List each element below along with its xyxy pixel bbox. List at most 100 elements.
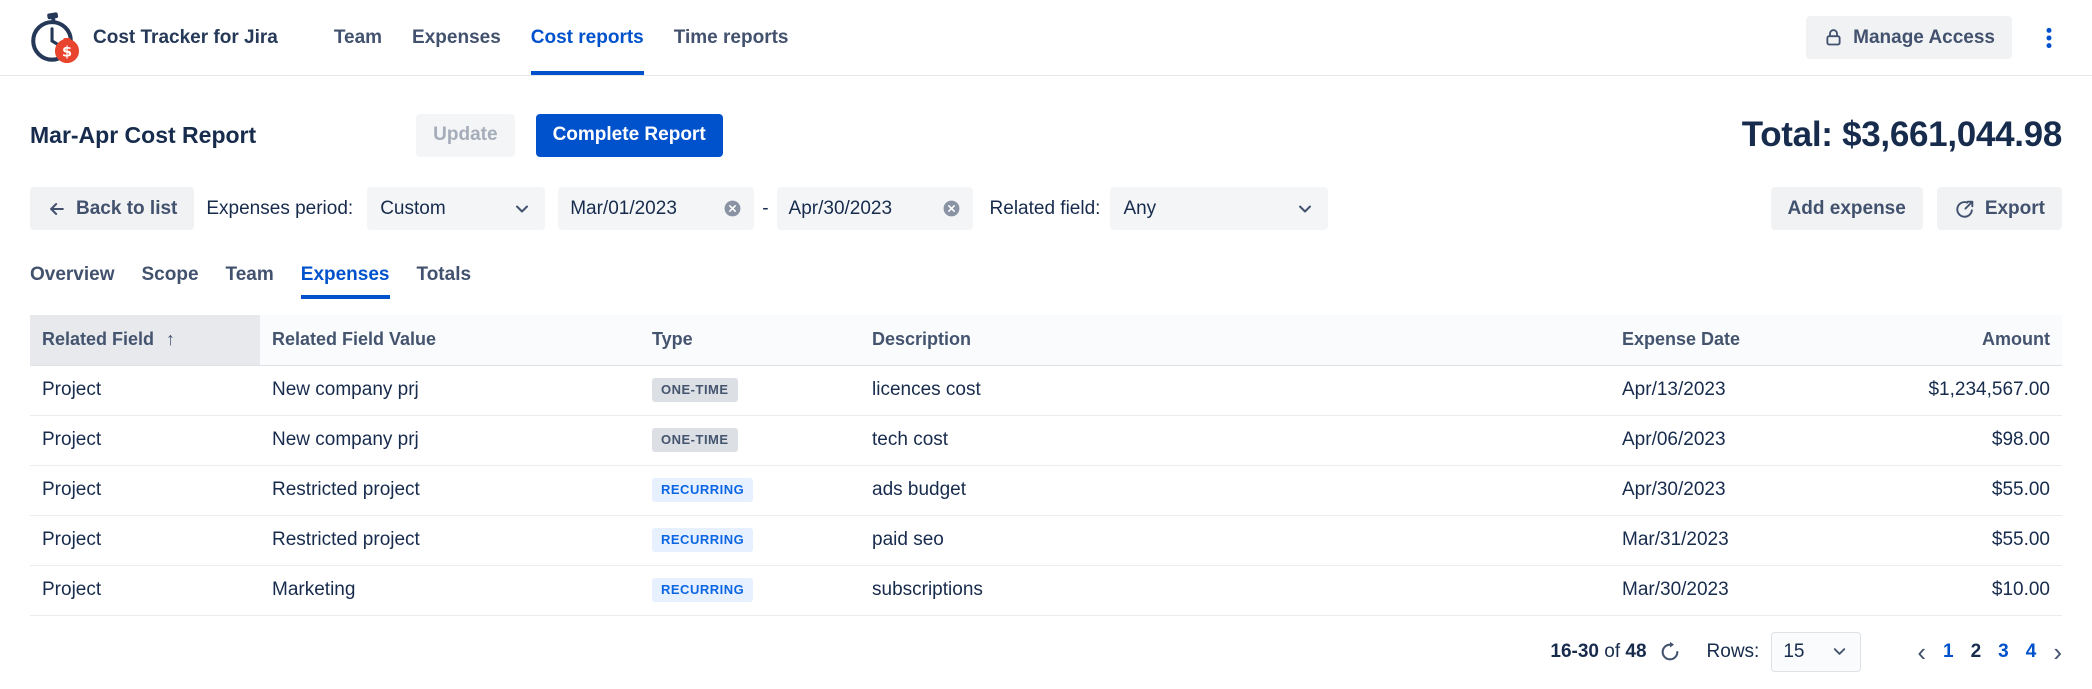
cell-related-field: Project bbox=[30, 415, 260, 465]
related-field-select[interactable]: Any bbox=[1110, 187, 1328, 230]
period-select-value: Custom bbox=[380, 198, 445, 220]
table-row[interactable]: Project New company prj ONE-TIME tech co… bbox=[30, 415, 2062, 465]
page-2-current: 2 bbox=[1971, 641, 1982, 663]
col-related-field-value[interactable]: Related Field Value bbox=[260, 315, 640, 365]
col-expense-date[interactable]: Expense Date bbox=[1610, 315, 1860, 365]
cell-related-field: Project bbox=[30, 365, 260, 415]
report-tabs: Overview Scope Team Expenses Totals bbox=[0, 264, 2092, 299]
app-title: Cost Tracker for Jira bbox=[93, 27, 278, 49]
chevron-down-icon bbox=[512, 199, 532, 219]
cell-amount: $55.00 bbox=[1860, 515, 2062, 565]
rows-per-page-label: Rows: bbox=[1707, 641, 1760, 663]
manage-access-label: Manage Access bbox=[1853, 27, 1995, 49]
cell-expense-date: Apr/13/2023 bbox=[1610, 365, 1860, 415]
range-info: 16-30 of 48 bbox=[1550, 641, 1646, 663]
arrow-left-icon bbox=[47, 199, 67, 219]
table-footer: 16-30 of 48 Rows: 15 ‹ 1 2 3 4 › bbox=[0, 628, 2092, 676]
tab-expenses[interactable]: Expenses bbox=[301, 264, 390, 299]
cell-type: RECURRING bbox=[640, 515, 860, 565]
table-row[interactable]: Project Restricted project RECURRING pai… bbox=[30, 515, 2062, 565]
date-from-value: Mar/01/2023 bbox=[570, 198, 677, 220]
complete-report-button[interactable]: Complete Report bbox=[536, 114, 723, 157]
top-nav: Team Expenses Cost reports Time reports bbox=[334, 0, 789, 75]
table-row[interactable]: Project Marketing RECURRING subscription… bbox=[30, 565, 2062, 615]
add-expense-button[interactable]: Add expense bbox=[1771, 187, 1923, 230]
cell-amount: $98.00 bbox=[1860, 415, 2062, 465]
period-select[interactable]: Custom bbox=[367, 187, 545, 230]
cell-expense-date: Mar/31/2023 bbox=[1610, 515, 1860, 565]
cell-related-field: Project bbox=[30, 565, 260, 615]
lock-icon bbox=[1823, 27, 1844, 48]
cell-related-field-value: Marketing bbox=[260, 565, 640, 615]
page-4-link[interactable]: 4 bbox=[2026, 641, 2037, 663]
range-value: 16-30 bbox=[1550, 641, 1599, 662]
date-to-field[interactable]: Apr/30/2023 bbox=[777, 187, 973, 230]
expenses-period-label: Expenses period: bbox=[206, 198, 353, 220]
refresh-icon[interactable] bbox=[1659, 641, 1681, 663]
nav-cost-reports[interactable]: Cost reports bbox=[531, 0, 644, 75]
range-total: 48 bbox=[1625, 641, 1646, 662]
cell-description: tech cost bbox=[860, 415, 1610, 465]
update-button[interactable]: Update bbox=[416, 114, 514, 157]
export-button[interactable]: Export bbox=[1937, 187, 2062, 230]
total-label: Total: bbox=[1742, 115, 1833, 154]
cell-type: ONE-TIME bbox=[640, 415, 860, 465]
next-page-icon[interactable]: › bbox=[2053, 639, 2062, 665]
clear-date-from-icon[interactable] bbox=[723, 199, 742, 218]
page-1-link[interactable]: 1 bbox=[1943, 641, 1954, 663]
table-row[interactable]: Project Restricted project RECURRING ads… bbox=[30, 465, 2062, 515]
filter-row: Back to list Expenses period: Custom Mar… bbox=[0, 187, 2092, 230]
sort-ascending-icon: ↑ bbox=[166, 329, 175, 349]
report-title-row: Mar-Apr Cost Report Update Complete Repo… bbox=[0, 113, 2092, 157]
cell-related-field: Project bbox=[30, 465, 260, 515]
clear-date-to-icon[interactable] bbox=[942, 199, 961, 218]
col-amount[interactable]: Amount bbox=[1860, 315, 2062, 365]
cell-related-field: Project bbox=[30, 515, 260, 565]
col-description[interactable]: Description bbox=[860, 315, 1610, 365]
cell-related-field-value: Restricted project bbox=[260, 465, 640, 515]
tab-scope[interactable]: Scope bbox=[142, 264, 199, 299]
top-bar-right: Manage Access bbox=[1806, 16, 2066, 59]
manage-access-button[interactable]: Manage Access bbox=[1806, 16, 2012, 59]
cell-description: licences cost bbox=[860, 365, 1610, 415]
cell-expense-date: Mar/30/2023 bbox=[1610, 565, 1860, 615]
cell-type: RECURRING bbox=[640, 565, 860, 615]
type-badge: RECURRING bbox=[652, 478, 753, 501]
chevron-down-icon bbox=[1295, 199, 1315, 219]
nav-expenses[interactable]: Expenses bbox=[412, 0, 501, 75]
export-icon bbox=[1954, 198, 1976, 220]
back-to-list-button[interactable]: Back to list bbox=[30, 187, 194, 230]
nav-team[interactable]: Team bbox=[334, 0, 382, 75]
page-3-link[interactable]: 3 bbox=[1998, 641, 2009, 663]
table-row[interactable]: Project New company prj ONE-TIME licence… bbox=[30, 365, 2062, 415]
cell-related-field-value: Restricted project bbox=[260, 515, 640, 565]
nav-time-reports[interactable]: Time reports bbox=[674, 0, 789, 75]
rows-per-page-value: 15 bbox=[1783, 641, 1804, 663]
cell-description: subscriptions bbox=[860, 565, 1610, 615]
table-header: Related Field ↑ Related Field Value Type… bbox=[30, 315, 2062, 365]
col-related-field-label: Related Field bbox=[42, 329, 154, 349]
cell-description: ads budget bbox=[860, 465, 1610, 515]
cell-amount: $10.00 bbox=[1860, 565, 2062, 615]
overflow-menu-icon[interactable] bbox=[2032, 21, 2066, 55]
related-field-label: Related field: bbox=[990, 198, 1101, 220]
tab-totals[interactable]: Totals bbox=[417, 264, 472, 299]
previous-page-icon[interactable]: ‹ bbox=[1917, 639, 1926, 665]
top-bar: $ Cost Tracker for Jira Team Expenses Co… bbox=[0, 0, 2092, 76]
date-from-field[interactable]: Mar/01/2023 bbox=[558, 187, 754, 230]
tab-overview[interactable]: Overview bbox=[30, 264, 115, 299]
total-value: $3,661,044.98 bbox=[1842, 115, 2062, 154]
svg-text:$: $ bbox=[62, 44, 72, 60]
cell-description: paid seo bbox=[860, 515, 1610, 565]
cell-related-field-value: New company prj bbox=[260, 365, 640, 415]
tab-team[interactable]: Team bbox=[226, 264, 274, 299]
cell-expense-date: Apr/06/2023 bbox=[1610, 415, 1860, 465]
col-type[interactable]: Type bbox=[640, 315, 860, 365]
rows-per-page-select[interactable]: 15 bbox=[1771, 632, 1861, 672]
cell-expense-date: Apr/30/2023 bbox=[1610, 465, 1860, 515]
export-label: Export bbox=[1985, 198, 2045, 220]
range-of-label: of bbox=[1604, 641, 1620, 662]
table-body: Project New company prj ONE-TIME licence… bbox=[30, 365, 2062, 615]
cell-amount: $55.00 bbox=[1860, 465, 2062, 515]
col-related-field[interactable]: Related Field ↑ bbox=[30, 315, 260, 365]
